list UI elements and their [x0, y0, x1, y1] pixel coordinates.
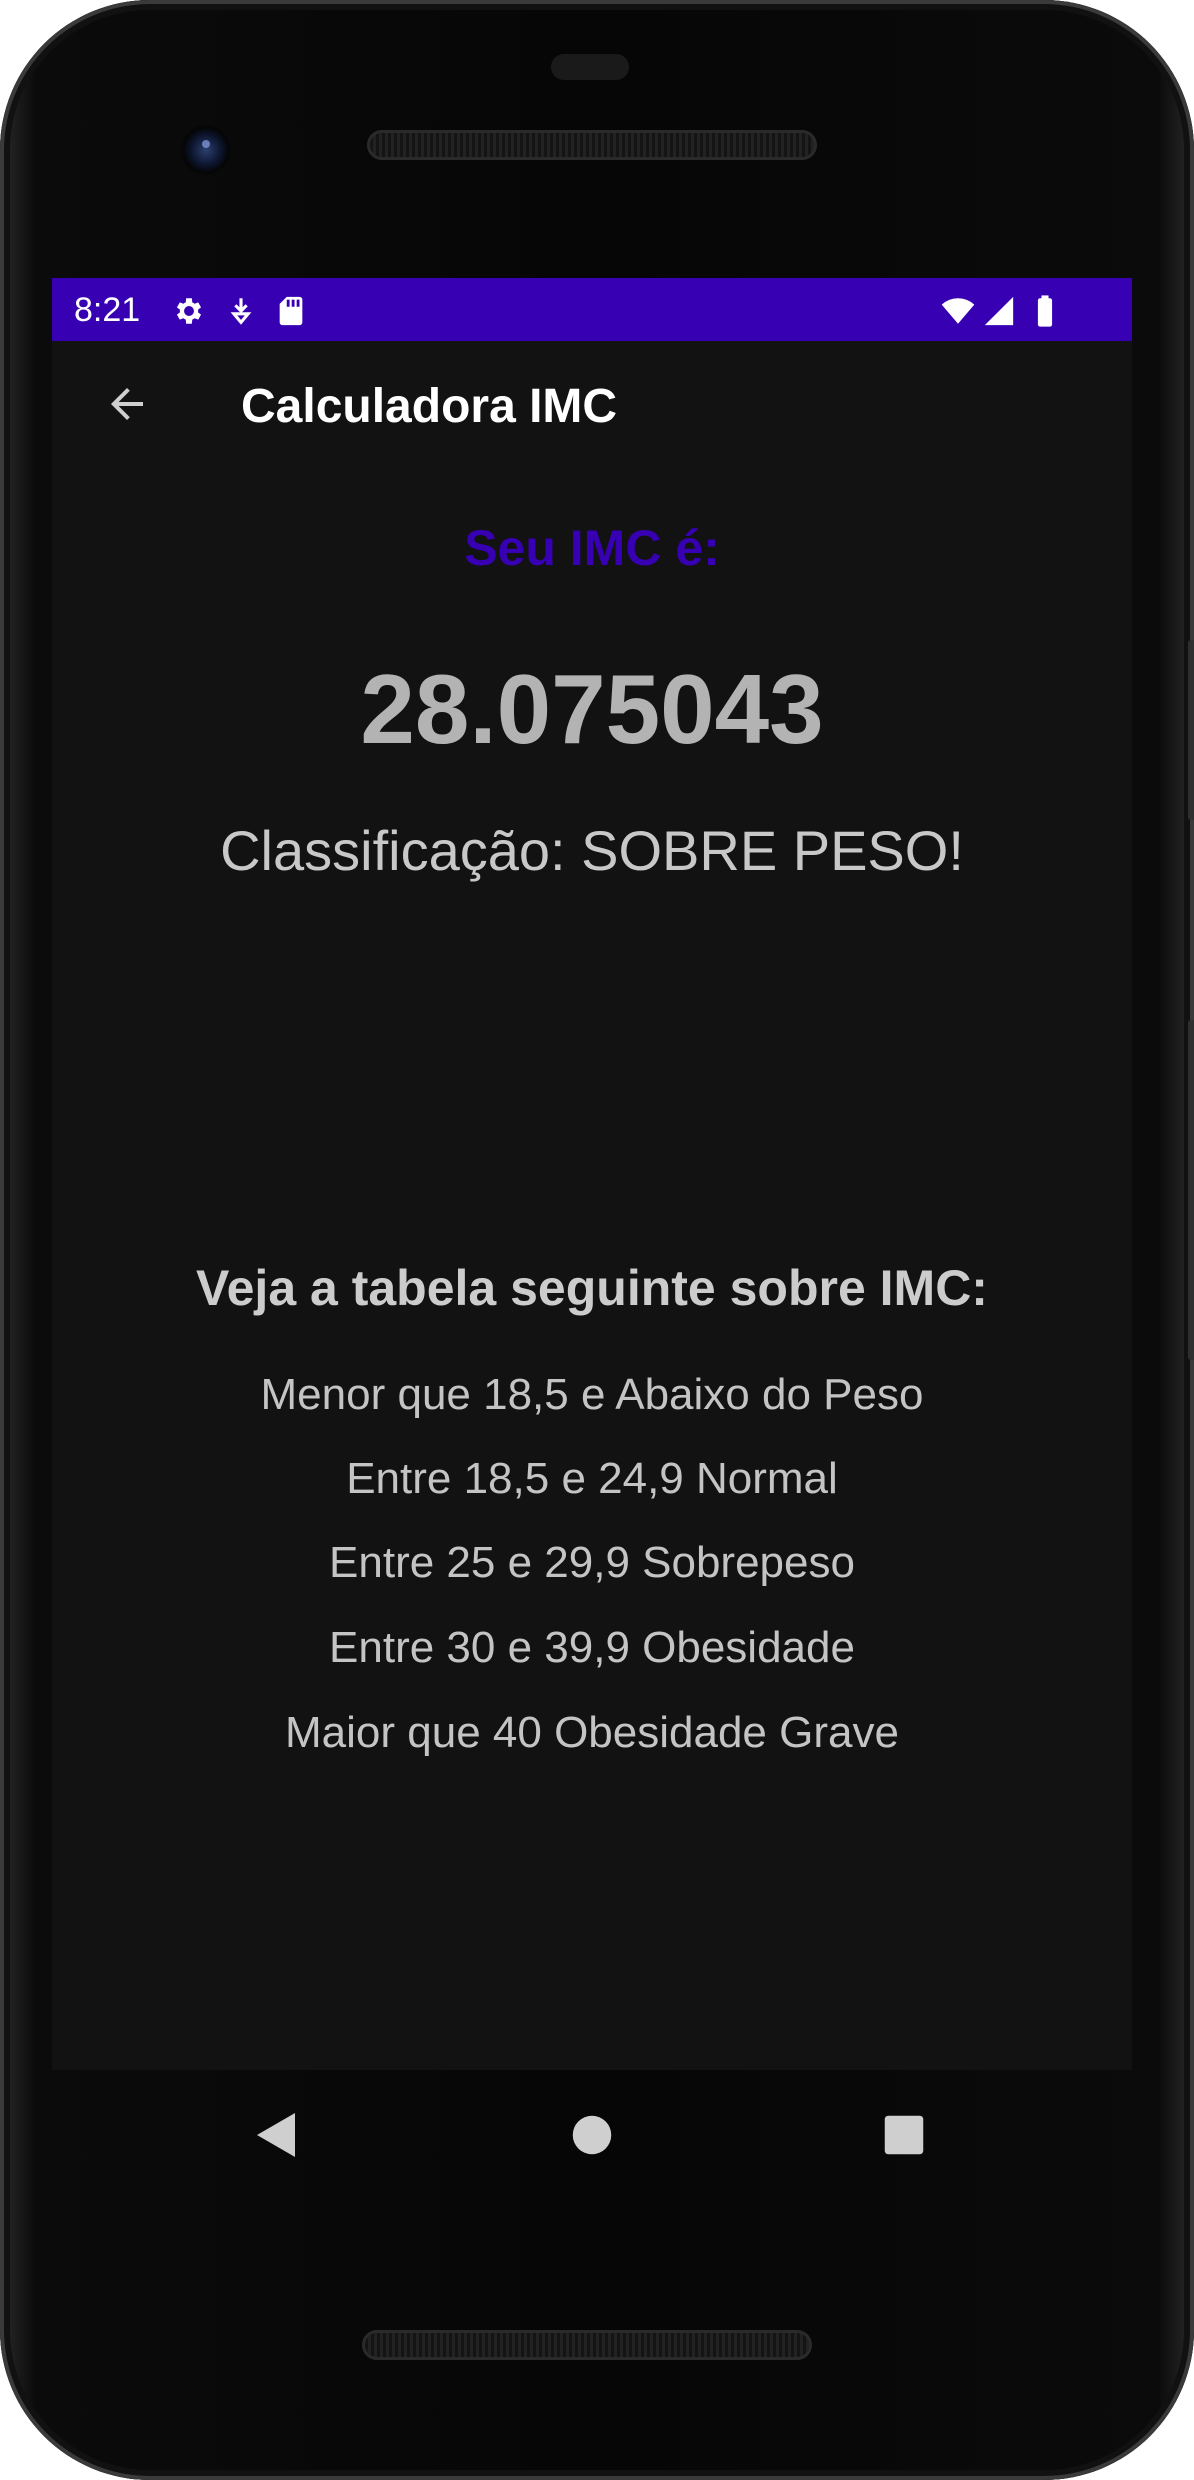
result-content: Seu IMC é: 28.075043 Classificação: SOBR…	[52, 488, 1132, 2070]
imc-label: Seu IMC é:	[464, 520, 720, 576]
arrow-left-icon	[111, 388, 143, 420]
status-bar: 8:21	[52, 278, 1132, 341]
app-title: Calculadora IMC	[241, 380, 618, 433]
table-row: Menor que 18,5 e Abaixo do Peso	[260, 1370, 924, 1419]
wifi-icon	[941, 298, 975, 324]
front-camera	[180, 124, 232, 176]
download-icon	[230, 298, 252, 325]
bottom-speaker-grille	[362, 2330, 812, 2360]
nav-back-button[interactable]	[237, 2095, 317, 2175]
gear-icon	[176, 298, 202, 324]
back-triangle-icon	[257, 2113, 295, 2157]
navigation-bar	[52, 2070, 1132, 2200]
nav-recents-button[interactable]	[864, 2095, 944, 2175]
phone-frame: 8:21 Calculadora IMC Seu IMC é: 28.07504…	[0, 0, 1194, 2480]
classification-text: Classificação: SOBRE PESO!	[220, 819, 964, 882]
sd-card-icon	[279, 296, 303, 326]
earpiece	[551, 54, 629, 80]
recents-square-icon	[884, 2115, 924, 2155]
top-speaker-grille	[367, 130, 817, 160]
table-title: Veja a tabela seguinte sobre IMC:	[196, 1260, 988, 1316]
back-button[interactable]	[92, 369, 162, 439]
home-circle-icon	[572, 2115, 612, 2155]
status-time: 8:21	[74, 291, 141, 329]
nav-home-button[interactable]	[552, 2095, 632, 2175]
app-bar: Calculadora IMC	[52, 341, 1132, 488]
volume-button	[1188, 640, 1194, 820]
table-row: Maior que 40 Obesidade Grave	[285, 1708, 899, 1757]
battery-icon	[1037, 295, 1053, 327]
imc-value: 28.075043	[360, 654, 824, 764]
table-row: Entre 18,5 e 24,9 Normal	[346, 1454, 838, 1503]
cell-signal-icon	[984, 296, 1014, 326]
phone-screen: 8:21 Calculadora IMC Seu IMC é: 28.07504…	[52, 278, 1132, 2070]
power-button	[1188, 1020, 1194, 1360]
table-row: Entre 30 e 39,9 Obesidade	[329, 1623, 855, 1672]
table-row: Entre 25 e 29,9 Sobrepeso	[329, 1538, 855, 1587]
